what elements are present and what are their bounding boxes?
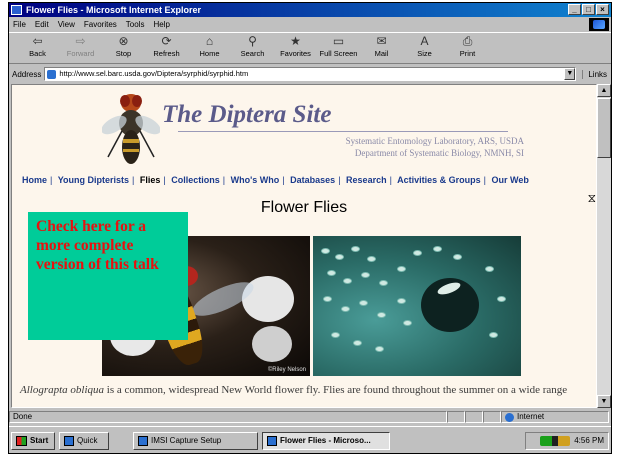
page-icon [47, 70, 57, 79]
nav-collections[interactable]: Collections [171, 175, 220, 185]
taskbar: Start Quick IMSI Capture Setup Flower Fl… [9, 426, 611, 453]
scroll-up-icon[interactable]: ▲ [597, 84, 611, 97]
maximize-button[interactable]: □ [582, 4, 595, 15]
imsi-icon [138, 435, 148, 446]
complete-version-link[interactable]: Check here for a more complete version o… [28, 212, 188, 340]
nav-young-dipterists[interactable]: Young Dipterists [58, 175, 129, 185]
species-caption: Allograpta obliqua is a common, widespre… [20, 383, 590, 397]
title-divider [178, 131, 508, 132]
forward-button[interactable]: ⇨ Forward [60, 33, 101, 63]
address-url: http://www.sel.barc.usda.gov/Diptera/syr… [59, 69, 249, 78]
size-button[interactable]: A Size [404, 33, 445, 63]
minimize-button[interactable]: _ [568, 4, 581, 15]
nav-activities-groups[interactable]: Activities & Groups [397, 175, 481, 185]
ie-task-icon [267, 435, 277, 446]
nav-research[interactable]: Research [346, 175, 387, 185]
address-bar: Address http://www.sel.barc.usda.gov/Dip… [9, 66, 611, 82]
quick-launch-button[interactable]: Quick [59, 431, 109, 450]
refresh-icon: ⟳ [161, 34, 172, 48]
window-controls: _ □ × [568, 4, 609, 15]
menu-edit[interactable]: Edit [35, 20, 49, 29]
page-content: The Diptera Site Systematic Entomology L… [11, 84, 597, 408]
system-tray: 4:56 PM [525, 431, 609, 450]
nav-databases[interactable]: Databases [290, 175, 335, 185]
favorites-icon: ★ [290, 34, 301, 48]
fly-logo-icon [102, 94, 160, 164]
site-subtitle-lab: Systematic Entomology Laboratory, ARS, U… [345, 136, 524, 146]
browser-window: Flower Flies - Microsoft Internet Explor… [8, 2, 612, 454]
window-title: Flower Flies - Microsoft Internet Explor… [26, 5, 202, 15]
windows-logo-icon [589, 18, 609, 31]
tray-icons[interactable] [540, 435, 571, 446]
back-arrow-icon: ⇦ [32, 34, 43, 48]
address-dropdown-icon[interactable]: ▼ [564, 68, 576, 80]
stop-icon: ⊗ [118, 34, 129, 48]
site-subtitle-dept: Department of Systematic Biology, NMNH, … [354, 148, 524, 158]
nav-home[interactable]: Home [22, 175, 47, 185]
address-input[interactable]: http://www.sel.barc.usda.gov/Diptera/syr… [44, 67, 577, 81]
status-bar: Done Internet [9, 410, 611, 424]
task-imsi-capture[interactable]: IMSI Capture Setup [133, 431, 258, 450]
caption-overflow-line [20, 397, 590, 403]
caption-text: is a common, widespread New World flower… [104, 384, 568, 396]
quick-icon [64, 435, 74, 446]
forward-arrow-icon: ⇨ [75, 34, 86, 48]
globe-icon [505, 412, 514, 422]
menu-view[interactable]: View [58, 20, 75, 29]
status-text: Done [9, 411, 447, 423]
scroll-thumb[interactable] [597, 98, 611, 158]
fullscreen-button[interactable]: ▭ Full Screen [318, 33, 359, 63]
menu-help[interactable]: Help [153, 20, 169, 29]
task-flower-flies[interactable]: Flower Flies - Microso... [262, 431, 390, 450]
fullscreen-icon: ▭ [332, 34, 345, 48]
refresh-button[interactable]: ⟳ Refresh [146, 33, 187, 63]
photo-credit: ©Riley Nelson [267, 367, 306, 373]
mail-button[interactable]: ✉ Mail [361, 33, 402, 63]
nav-our-web[interactable]: Our Web [491, 175, 528, 185]
back-button[interactable]: ⇦ Back [17, 33, 58, 63]
clock: 4:56 PM [574, 436, 604, 445]
stop-button[interactable]: ⊗ Stop [103, 33, 144, 63]
home-button[interactable]: ⌂ Home [189, 33, 230, 63]
mail-icon: ✉ [376, 34, 387, 48]
menu-bar: File Edit View Favorites Tools Help [9, 18, 611, 31]
favorites-button[interactable]: ★ Favorites [275, 33, 316, 63]
address-label: Address [12, 69, 42, 79]
site-title: The Diptera Site [162, 101, 332, 128]
font-size-icon: A [420, 34, 429, 48]
toolbar: ⇦ Back ⇨ Forward ⊗ Stop ⟳ Refresh ⌂ Home… [9, 32, 611, 64]
links-button[interactable]: Links [582, 69, 607, 79]
nav-whos-who[interactable]: Who's Who [231, 175, 280, 185]
ie-icon [11, 5, 22, 15]
site-nav: Home | Young Dipterists | Flies | Collectio… [22, 175, 529, 185]
scroll-down-icon[interactable]: ▼ [597, 395, 611, 408]
windows-flag-icon [16, 435, 27, 446]
search-icon: ⚲ [248, 34, 257, 48]
menu-tools[interactable]: Tools [126, 20, 145, 29]
security-zone: Internet [501, 411, 609, 423]
start-button[interactable]: Start [11, 431, 55, 450]
search-button[interactable]: ⚲ Search [232, 33, 273, 63]
close-button[interactable]: × [596, 4, 609, 15]
species-name: Allograpta obliqua [20, 384, 105, 396]
menu-favorites[interactable]: Favorites [84, 20, 117, 29]
title-bar[interactable]: Flower Flies - Microsoft Internet Explor… [9, 3, 611, 17]
vertical-scrollbar[interactable]: ▲ ▼ [597, 84, 611, 408]
home-icon: ⌂ [205, 34, 214, 48]
larva-among-aphids-photo [313, 236, 521, 376]
menu-file[interactable]: File [13, 20, 26, 29]
print-icon: ⎙ [462, 34, 473, 48]
print-button[interactable]: ⎙ Print [447, 33, 488, 63]
nav-flies[interactable]: Flies [140, 175, 161, 185]
